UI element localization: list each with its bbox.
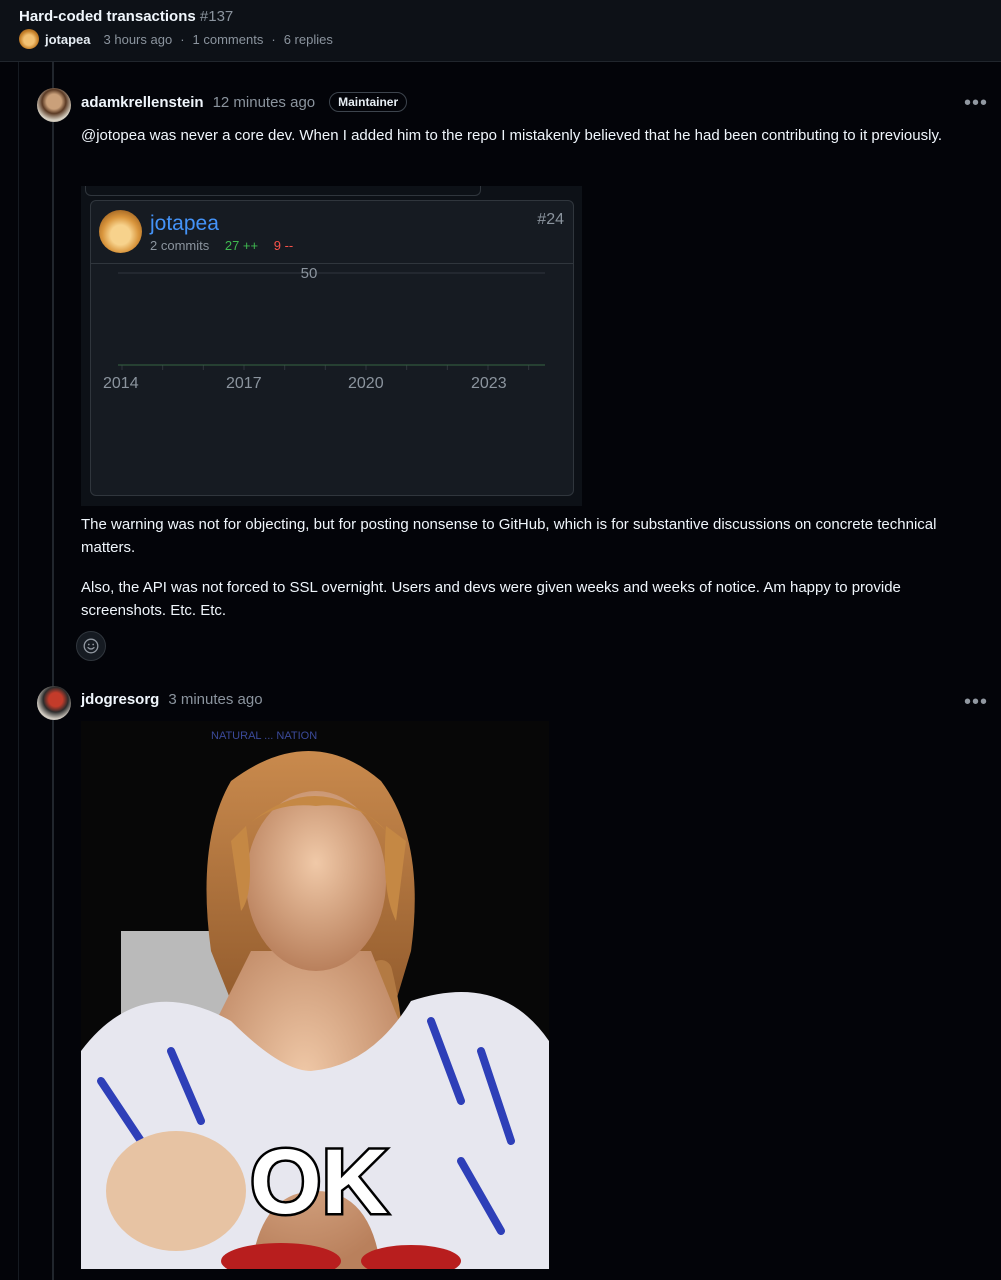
- kebab-horizontal-icon[interactable]: •••: [964, 93, 988, 113]
- meta-separator: ·: [271, 31, 276, 47]
- kebab-horizontal-icon[interactable]: •••: [964, 692, 988, 712]
- contributor-avatar: [99, 210, 142, 253]
- x-tick-label: 2017: [226, 375, 262, 392]
- comment-header: jdogresorg 3 minutes ago: [81, 691, 263, 708]
- comment-time[interactable]: 12 minutes ago: [213, 94, 316, 111]
- gif-watermark: NATURAL ... NATION: [211, 730, 317, 742]
- add-reaction-button[interactable]: [76, 631, 106, 661]
- x-tick-label: 2020: [348, 375, 384, 392]
- comment-paragraph: The warning was not for objecting, but f…: [81, 516, 937, 556]
- contribution-chart: 50 2014 2017 2020 2023: [103, 265, 545, 392]
- x-tick-label: 2023: [471, 375, 507, 392]
- commit-count: 2 commits: [150, 238, 210, 253]
- discussion-number: #137: [199, 8, 234, 25]
- deletions-count: 9 --: [273, 238, 294, 253]
- contributor-name: jotapea: [150, 212, 219, 235]
- comment-count: 1 comments: [192, 31, 264, 47]
- discussion-title: Hard-coded transactions #137: [19, 8, 233, 25]
- discussion-time: 3 hours ago: [103, 31, 173, 47]
- tooltip-edge: [85, 186, 481, 196]
- discussion-header: Hard-coded transactions #137 jotapea 3 h…: [0, 0, 1001, 62]
- thread-border: [18, 62, 19, 1280]
- comment-author[interactable]: adamkrellenstein: [81, 94, 204, 111]
- embedded-screenshot: jotapea 2 commits 27 ++ 9 -- #24 50 2014 2…: [81, 186, 582, 506]
- comment-paragraph: Also, the API was not forced to SSL over…: [81, 579, 901, 619]
- smiley-icon: [83, 638, 99, 654]
- comment-author[interactable]: jdogresorg: [81, 691, 159, 708]
- contributor-card: jotapea 2 commits 27 ++ 9 -- #24 50 2014 2…: [90, 200, 574, 496]
- author-link[interactable]: jotapea: [45, 32, 91, 47]
- avatar[interactable]: [37, 88, 71, 122]
- reaction-gif: OK NATURAL ... NATION: [81, 721, 549, 1269]
- comment-paragraph: @jotopea was never a core dev. When I ad…: [81, 127, 943, 144]
- x-tick-label: 2014: [103, 375, 139, 392]
- author-avatar[interactable]: [19, 29, 39, 49]
- avatar[interactable]: [37, 686, 71, 720]
- contributor-card-header: jotapea 2 commits 27 ++ 9 -- #24: [91, 201, 573, 264]
- comment-header: adamkrellenstein 12 minutes ago Maintain…: [81, 92, 408, 112]
- meta-separator: ·: [180, 31, 185, 47]
- thread-line: [52, 62, 54, 1280]
- reply-count: 6 replies: [283, 31, 333, 47]
- discussion-meta: jotapea 3 hours ago · 1 comments · 6 rep…: [19, 28, 333, 50]
- contributor-rank: #24: [537, 211, 564, 228]
- additions-count: 27 ++: [224, 238, 259, 253]
- y-tick-label: 50: [301, 265, 318, 282]
- contributor-stats: 2 commits 27 ++ 9 --: [150, 238, 293, 253]
- gif-illustration: OK NATURAL ... NATION: [81, 721, 549, 1269]
- maintainer-badge: Maintainer: [329, 92, 408, 112]
- comment-time[interactable]: 3 minutes ago: [168, 691, 262, 708]
- gif-caption: OK: [250, 1131, 388, 1233]
- discussion-title-text[interactable]: Hard-coded transactions: [19, 8, 196, 25]
